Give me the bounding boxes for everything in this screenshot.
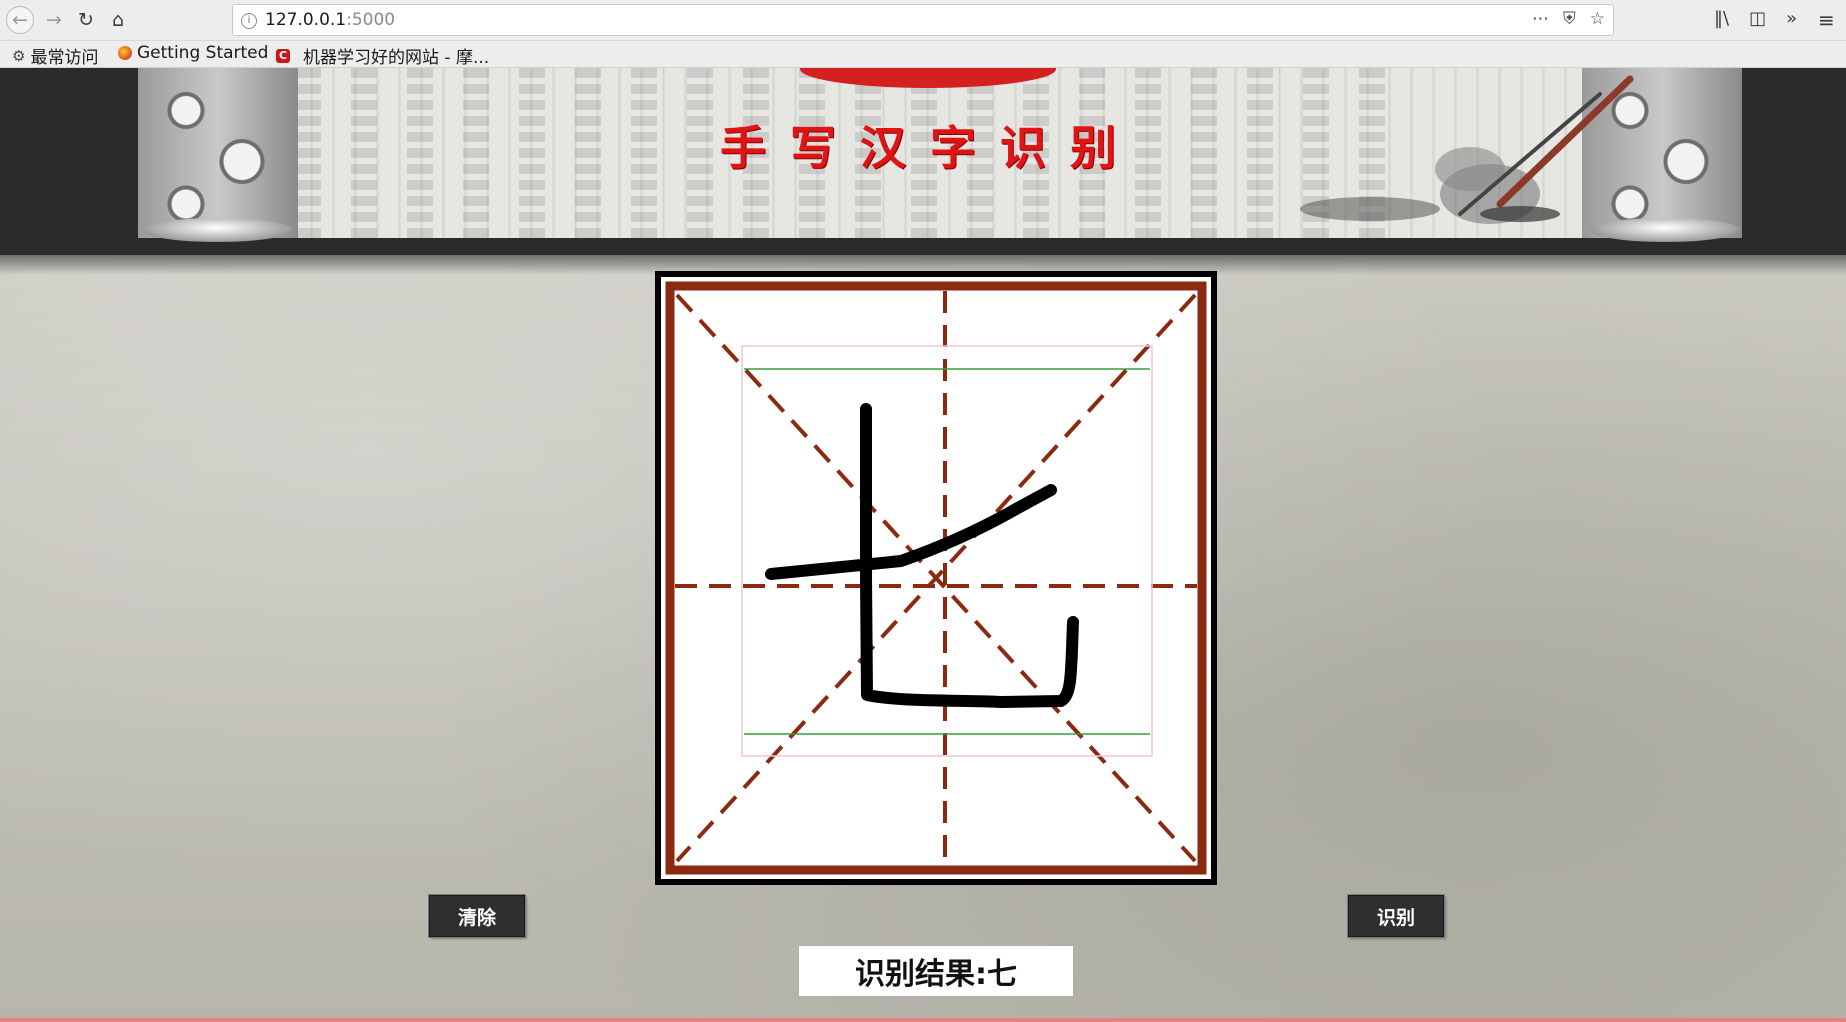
hamburger-menu-icon[interactable]: ≡ xyxy=(1818,8,1835,32)
firefox-icon xyxy=(118,46,132,60)
library-icon[interactable]: ‖\ xyxy=(1714,8,1729,29)
scroll-roller-left xyxy=(142,218,292,242)
url-port: :5000 xyxy=(346,10,396,30)
bookmark-label: 最常访问 xyxy=(30,48,99,68)
bookmarks-bar: ⚙ 最常访问 Getting Started C 机器学习好的网站 - 摩... xyxy=(0,41,1846,68)
page-title: 手写汉字识别 xyxy=(720,121,1140,175)
bookmark-getting-started[interactable]: Getting Started xyxy=(118,43,268,63)
recognition-result: 识别结果:七 xyxy=(799,946,1073,996)
bookmark-ml-sites[interactable]: C 机器学习好的网站 - 摩... xyxy=(276,43,489,68)
pocket-icon[interactable]: ⛨ xyxy=(1563,9,1576,29)
site-info-icon[interactable]: i xyxy=(241,13,257,29)
drawing-canvas[interactable] xyxy=(661,277,1211,879)
bookmark-most-visited[interactable]: ⚙ 最常访问 xyxy=(12,43,99,69)
url-text[interactable]: 127.0.0.1:5000 xyxy=(265,10,395,30)
forward-icon[interactable]: → xyxy=(40,6,68,34)
bookmark-label: 机器学习好的网站 - 摩... xyxy=(303,48,490,68)
page-content: 手写汉字识别 清除 识别 识别结果:七 xyxy=(0,68,1846,1022)
writing-pad[interactable] xyxy=(655,271,1217,885)
sidebar-icon[interactable]: ◫ xyxy=(1749,8,1766,29)
gear-icon: ⚙ xyxy=(12,46,26,65)
browser-toolbar: ← → ↻ ⌂ i 127.0.0.1:5000 ⋯ ⛨ ☆ ‖\ ◫ » ≡ xyxy=(0,0,1846,41)
reload-icon[interactable]: ↻ xyxy=(72,6,100,34)
writing-pad-inner[interactable] xyxy=(661,277,1211,879)
bookmark-star-icon[interactable]: ☆ xyxy=(1590,9,1605,29)
bookmark-label: Getting Started xyxy=(137,43,269,63)
header-banner: 手写汉字识别 xyxy=(0,68,1846,255)
c-logo-icon: C xyxy=(276,48,290,63)
cloud-ornament-left xyxy=(138,68,298,238)
home-icon[interactable]: ⌂ xyxy=(104,6,132,34)
handwritten-strokes xyxy=(765,403,1079,708)
address-bar[interactable]: i 127.0.0.1:5000 ⋯ ⛨ ☆ xyxy=(232,4,1614,36)
stroke-horizontal xyxy=(765,484,1057,580)
page-actions-icon[interactable]: ⋯ xyxy=(1532,9,1549,29)
clear-button[interactable]: 清除 xyxy=(429,895,525,937)
bottom-divider xyxy=(0,1018,1846,1022)
recognize-button[interactable]: 识别 xyxy=(1348,895,1444,937)
ink-brush-illustration xyxy=(1300,75,1634,224)
overflow-chevron-icon[interactable]: » xyxy=(1786,8,1797,29)
back-icon[interactable]: ← xyxy=(6,6,34,34)
url-host: 127.0.0.1 xyxy=(265,10,347,30)
grid-guides xyxy=(675,291,1197,865)
